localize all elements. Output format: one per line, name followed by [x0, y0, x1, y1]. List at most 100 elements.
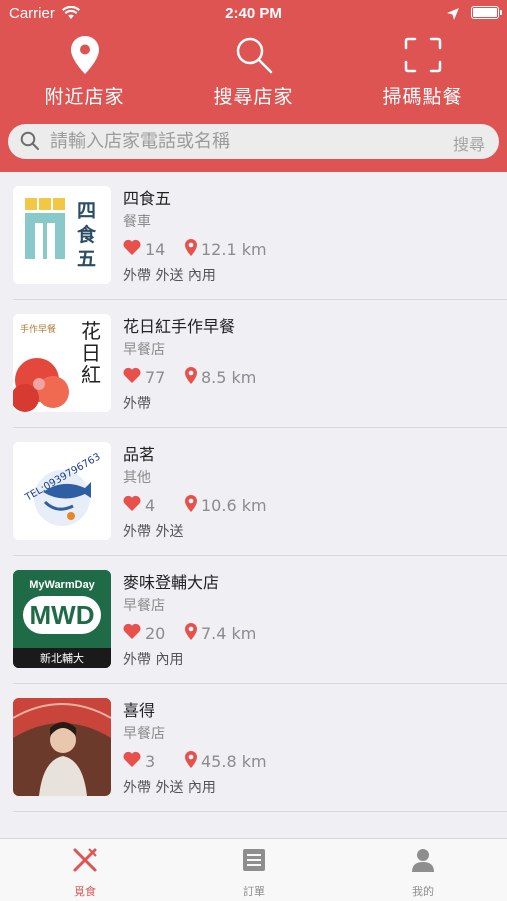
- store-info: 四食五 餐車 14 12.1 km 外帶 外送 內用: [123, 185, 267, 285]
- location-pin-icon: [185, 366, 197, 388]
- store-row[interactable]: 手作早餐 花日紅 花日紅手作早餐 早餐店 77 8.5 km 外帶: [13, 300, 507, 428]
- location-pin-icon: [185, 494, 197, 516]
- search-submit-button[interactable]: 搜尋: [453, 131, 485, 155]
- store-row[interactable]: 四食五 四食五 餐車 14 12.1 km 外帶 外送 內用: [13, 172, 507, 300]
- distance-value: 7.4 km: [201, 623, 257, 643]
- store-name: 品茗: [123, 445, 156, 464]
- status-bar: Carrier 2:40 PM: [0, 0, 507, 28]
- store-logo-text: 四食五: [77, 200, 97, 270]
- distance-value: 10.6 km: [201, 495, 267, 515]
- heart-icon: [123, 495, 141, 515]
- store-row[interactable]: 喜得 早餐店 3 45.8 km 外帶 外送 內用: [13, 684, 507, 812]
- store-logo-text: MWD: [29, 600, 95, 630]
- location-pin-icon: [185, 622, 197, 644]
- store-name: 喜得: [123, 701, 156, 720]
- store-category: 早餐店: [123, 726, 165, 742]
- tab-orders-label: 訂單: [243, 885, 265, 898]
- service-tags: 外帶 外送: [123, 524, 184, 540]
- scan-order-label: 掃碼點餐: [382, 86, 463, 108]
- service-tags: 外帶 內用: [123, 652, 184, 668]
- search-stores-label: 搜尋店家: [213, 86, 294, 108]
- distance: 10.6 km: [185, 494, 267, 516]
- service-tags: 外帶 外送 內用: [123, 780, 216, 796]
- distance: 8.5 km: [185, 366, 257, 388]
- location-arrow-icon: [447, 6, 459, 24]
- distance-value: 45.8 km: [201, 751, 267, 771]
- likes-count: 3: [145, 751, 156, 771]
- distance: 7.4 km: [185, 622, 257, 644]
- heart-icon: [123, 239, 141, 259]
- store-row[interactable]: TEL:0939796763 品茗 其他 4 10.6 km 外帶 外送: [13, 428, 507, 556]
- store-logo: TEL:0939796763: [13, 442, 111, 540]
- distance-value: 12.1 km: [201, 239, 267, 259]
- store-logo-bottom-text: 新北輔大: [40, 652, 84, 665]
- clock: 2:40 PM: [225, 5, 282, 22]
- likes: 3: [123, 751, 185, 771]
- store-category: 其他: [123, 470, 151, 486]
- store-logo-top-text: MyWarmDay: [29, 579, 95, 591]
- likes: 4: [123, 495, 185, 515]
- search-input[interactable]: [50, 126, 430, 157]
- nearby-stores-label: 附近店家: [44, 86, 125, 108]
- heart-icon: [123, 751, 141, 771]
- store-name: 四食五: [123, 189, 172, 208]
- store-photo: [13, 698, 111, 796]
- likes-count: 77: [145, 367, 166, 387]
- store-info: 喜得 早餐店 3 45.8 km 外帶 外送 內用: [123, 697, 267, 797]
- location-pin-icon: [185, 238, 197, 260]
- person-icon: [383, 847, 463, 873]
- store-stats: 77 8.5 km: [123, 366, 256, 388]
- store-category: 餐車: [123, 214, 151, 230]
- location-pin-icon: [185, 750, 197, 772]
- likes: 77: [123, 367, 185, 387]
- tab-food-label: 覓食: [74, 885, 96, 898]
- tab-food[interactable]: 覓食: [45, 847, 125, 899]
- search-stores-button[interactable]: 搜尋店家: [169, 34, 338, 114]
- heart-icon: [123, 367, 141, 387]
- store-row[interactable]: MyWarmDay MWD 新北輔大 麥味登輔大店 早餐店 20 7.4 km …: [13, 556, 507, 684]
- heart-icon: [123, 623, 141, 643]
- service-tags: 外帶 外送 內用: [123, 268, 216, 284]
- store-category: 早餐店: [123, 342, 165, 358]
- battery-icon: [471, 6, 502, 19]
- tab-profile-label: 我的: [412, 885, 434, 898]
- search-icon: [169, 34, 338, 76]
- store-info: 麥味登輔大店 早餐店 20 7.4 km 外帶 內用: [123, 569, 256, 669]
- service-tags: 外帶: [123, 396, 151, 412]
- fork-knife-icon: [45, 847, 125, 873]
- tab-bar: 覓食 訂單 我的: [0, 838, 507, 901]
- search-bar: 搜尋: [8, 124, 499, 159]
- store-list: 四食五 四食五 餐車 14 12.1 km 外帶 外送 內用 手作早餐 花日紅 …: [0, 172, 507, 812]
- store-category: 早餐店: [123, 598, 165, 614]
- likes: 14: [123, 239, 185, 259]
- store-logo-text: 花日紅: [81, 319, 101, 387]
- distance-value: 8.5 km: [201, 367, 257, 387]
- distance: 45.8 km: [185, 750, 267, 772]
- store-stats: 20 7.4 km: [123, 622, 256, 644]
- tab-profile[interactable]: 我的: [383, 847, 463, 899]
- tab-orders[interactable]: 訂單: [214, 847, 294, 899]
- likes-count: 4: [145, 495, 156, 515]
- likes: 20: [123, 623, 185, 643]
- scan-frame-icon: [338, 34, 507, 76]
- store-name: 麥味登輔大店: [123, 573, 220, 592]
- app-header: Carrier 2:40 PM 附近店家 搜尋店家 掃碼點餐 搜尋: [0, 0, 507, 172]
- likes-count: 14: [145, 239, 166, 259]
- store-logo: MyWarmDay MWD 新北輔大: [13, 570, 111, 668]
- nearby-stores-button[interactable]: 附近店家: [0, 34, 169, 114]
- list-icon: [214, 847, 294, 873]
- store-stats: 3 45.8 km: [123, 750, 267, 772]
- store-logo: 四食五: [13, 186, 111, 284]
- store-logo: 手作早餐 花日紅: [13, 314, 111, 412]
- store-stats: 4 10.6 km: [123, 494, 267, 516]
- likes-count: 20: [145, 623, 166, 643]
- distance: 12.1 km: [185, 238, 267, 260]
- location-pin-icon: [0, 34, 169, 76]
- store-name: 花日紅手作早餐: [123, 317, 236, 336]
- search-icon: [20, 131, 40, 155]
- store-info: 品茗 其他 4 10.6 km 外帶 外送: [123, 441, 267, 541]
- store-stats: 14 12.1 km: [123, 238, 267, 260]
- scan-order-button[interactable]: 掃碼點餐: [338, 34, 507, 114]
- store-info: 花日紅手作早餐 早餐店 77 8.5 km 外帶: [123, 313, 256, 413]
- store-logo-subtext: 手作早餐: [20, 325, 57, 335]
